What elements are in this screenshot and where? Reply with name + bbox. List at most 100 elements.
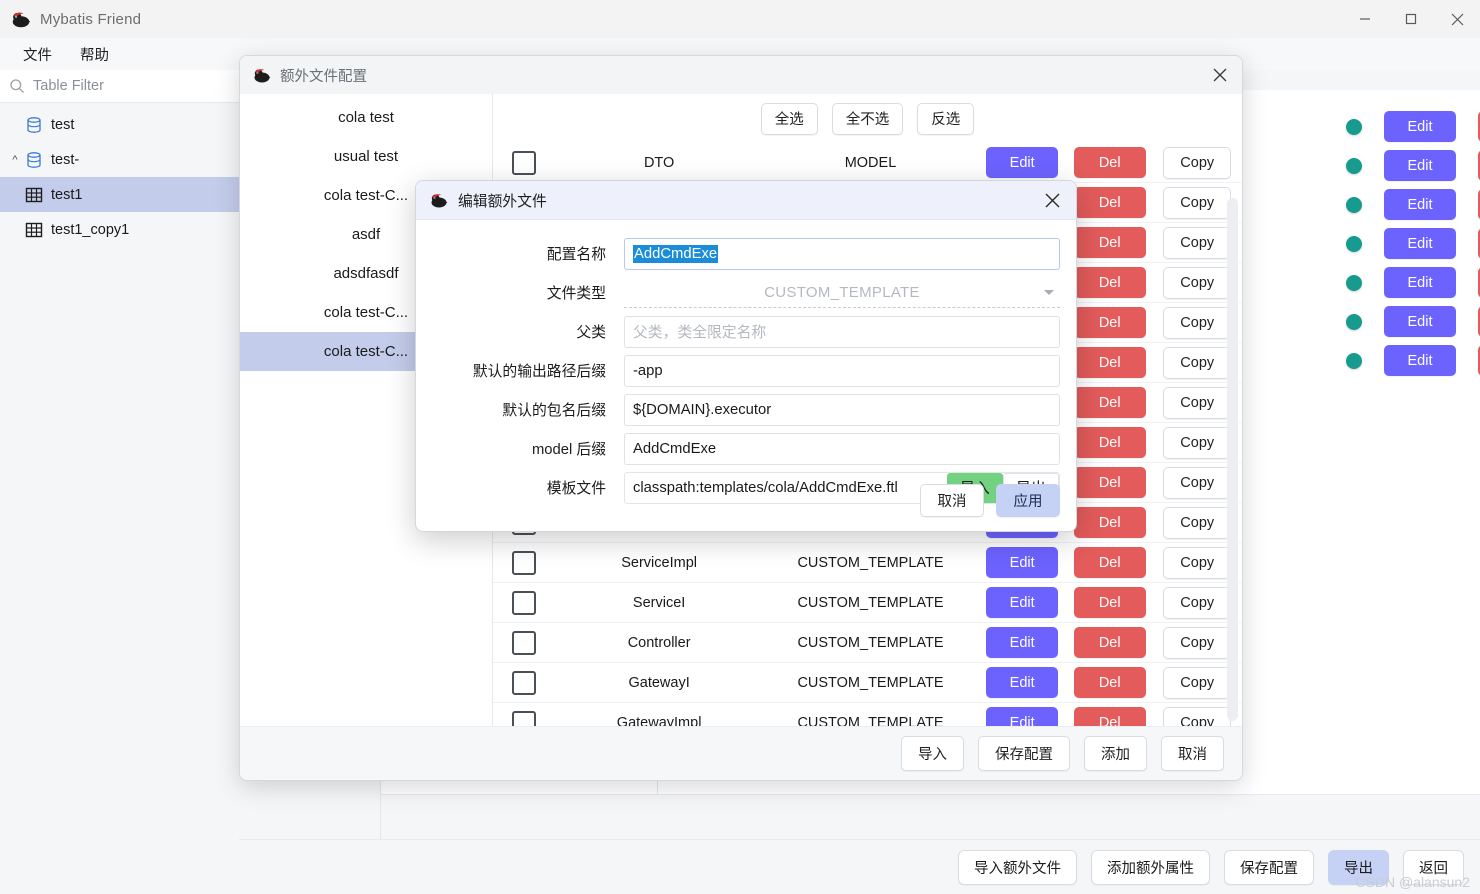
copy-button[interactable]: Copy [1163,146,1232,179]
maximize-icon[interactable] [1388,0,1434,38]
tree-node-test1-copy1[interactable]: test1_copy1 [0,212,239,247]
copy-button[interactable]: Copy [1163,426,1232,459]
del-button[interactable]: Del [1073,507,1146,538]
edit-button[interactable]: Edit [1384,306,1456,337]
parent-class-input[interactable]: 父类，类全限定名称 [624,315,1060,348]
inner-apply-button[interactable]: 应用 [996,484,1060,517]
row-checkbox[interactable] [493,670,555,695]
del-button[interactable]: Del [1073,467,1146,498]
inner-cancel-button[interactable]: 取消 [920,484,984,517]
row-edit: Edit [977,587,1067,618]
del-button[interactable]: Del [1073,547,1146,578]
package-suffix-value: ${DOMAIN}.executor [633,401,772,418]
add-button[interactable]: 添加 [1084,736,1147,771]
copy-button[interactable]: Copy [1163,306,1232,339]
row-name: Controller [627,634,691,651]
close-icon[interactable] [1044,192,1061,209]
del-button[interactable]: Del [1073,627,1146,658]
invert-selection-button[interactable]: 反选 [917,102,975,135]
copy-button[interactable]: Copy [1163,666,1232,699]
tree-node-test1[interactable]: test1 [0,177,239,212]
search-input-placeholder[interactable]: Table Filter [33,78,104,94]
save-config-button[interactable]: 保存配置 [1224,849,1314,885]
edit-button[interactable]: Edit [986,547,1059,578]
copy-button[interactable]: Copy [1163,546,1232,579]
edit-button[interactable]: Edit [1384,111,1456,142]
checkbox-icon[interactable] [511,630,536,655]
copy-button[interactable]: Copy [1163,626,1232,659]
edit-button[interactable]: Edit [1384,345,1456,376]
model-suffix-input[interactable]: AddCmdExe [624,432,1060,465]
row-name: ServiceImpl [621,554,697,571]
copy-button[interactable]: Copy [1163,266,1232,299]
close-icon[interactable] [1434,0,1480,38]
dialog-footer: 导入 保存配置 添加 取消 [240,726,1242,780]
parent-class-control: 父类，类全限定名称 [624,315,1060,348]
del-button[interactable]: Del [1073,267,1146,298]
row-checkbox[interactable] [493,590,555,615]
menu-item-file[interactable]: 文件 [14,40,61,69]
save-config-button[interactable]: 保存配置 [978,736,1070,771]
edit-button[interactable]: Edit [1384,150,1456,181]
del-button[interactable]: Del [1073,667,1146,698]
copy-button[interactable]: Copy [1163,586,1232,619]
edit-button[interactable]: Edit [986,667,1059,698]
chevron-down-icon[interactable] [1044,289,1054,295]
copy-button[interactable]: Copy [1163,706,1232,727]
checkbox-icon[interactable] [511,550,536,575]
edit-button[interactable]: Edit [986,627,1059,658]
del-button[interactable]: Del [1073,707,1146,727]
table-filter-box[interactable]: Table Filter [0,70,239,103]
select-all-button[interactable]: 全选 [760,102,818,135]
chevron-up-icon[interactable]: ^ [6,154,24,166]
cancel-button[interactable]: 取消 [1161,736,1224,771]
row-checkbox[interactable] [493,630,555,655]
import-extra-file-button[interactable]: 导入额外文件 [958,849,1077,885]
del-button[interactable]: Del [1073,587,1146,618]
del-button[interactable]: Del [1073,387,1146,418]
config-name-label: 配置名称 [546,247,606,263]
copy-button[interactable]: Copy [1163,506,1232,539]
config-name-input[interactable]: AddCmdExe [624,237,1060,270]
import-button[interactable]: 导入 [901,736,964,771]
row-checkbox[interactable] [493,550,555,575]
copy-button[interactable]: Copy [1163,466,1232,499]
edit-button[interactable]: Edit [1384,189,1456,220]
del-button[interactable]: Del [1073,187,1146,218]
checkbox-icon[interactable] [511,590,536,615]
del-button[interactable]: Del [1073,147,1146,178]
close-icon[interactable] [1212,67,1228,83]
row-checkbox[interactable] [493,710,555,727]
row-del: Del [1067,427,1153,458]
menu-item-help[interactable]: 帮助 [71,40,118,69]
minimize-icon[interactable] [1342,0,1388,38]
copy-button[interactable]: Copy [1163,186,1232,219]
output-suffix-input[interactable]: -app [624,354,1060,387]
tree-node-test-dash[interactable]: ^ test- [0,142,239,177]
checkbox-icon[interactable] [511,710,536,727]
edit-button[interactable]: Edit [986,147,1059,178]
checkbox-icon[interactable] [511,670,536,695]
edit-button[interactable]: Edit [986,587,1059,618]
edit-button[interactable]: Edit [1384,228,1456,259]
copy-button[interactable]: Copy [1163,226,1232,259]
tree-node-test[interactable]: test [0,107,239,142]
del-button[interactable]: Del [1073,307,1146,338]
edit-button[interactable]: Edit [1384,267,1456,298]
add-extra-property-button[interactable]: 添加额外属性 [1091,849,1210,885]
checkbox-icon[interactable] [511,150,536,175]
file-type-select[interactable]: CUSTOM_TEMPLATE [624,277,1060,308]
package-suffix-input[interactable]: ${DOMAIN}.executor [624,393,1060,426]
del-button[interactable]: Del [1073,427,1146,458]
row-checkbox[interactable] [493,150,555,175]
config-list-item[interactable]: cola test [240,98,492,137]
deselect-all-button[interactable]: 全不选 [831,102,904,135]
copy-button[interactable]: Copy [1163,386,1232,419]
config-list-item[interactable]: usual test [240,137,492,176]
del-button[interactable]: Del [1073,227,1146,258]
edit-button[interactable]: Edit [986,707,1059,727]
table-row: ServiceI CUSTOM_TEMPLATE Edit Del Copy [493,583,1242,623]
del-button[interactable]: Del [1073,347,1146,378]
table-scrollbar[interactable] [1227,198,1238,721]
copy-button[interactable]: Copy [1163,346,1232,379]
